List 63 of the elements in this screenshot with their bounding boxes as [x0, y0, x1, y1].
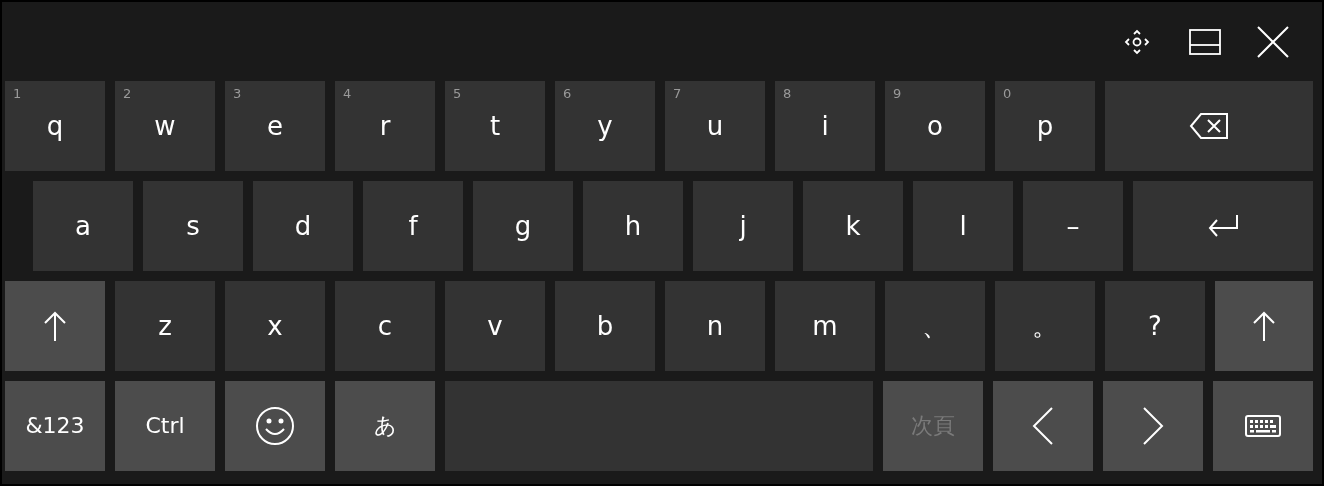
key[interactable]: h: [583, 181, 683, 271]
key[interactable]: Ctrl: [115, 381, 215, 471]
key[interactable]: n: [665, 281, 765, 371]
key[interactable]: k: [803, 181, 903, 271]
up-arrow-icon: [43, 311, 67, 341]
key[interactable]: l: [913, 181, 1013, 271]
number-hint: 8: [783, 87, 792, 100]
backspace-key[interactable]: [1105, 81, 1313, 171]
key[interactable]: 3 e: [225, 81, 325, 171]
key[interactable]: &123: [5, 381, 105, 471]
right-key[interactable]: [1103, 381, 1203, 471]
number-hint: 3: [233, 87, 242, 100]
key[interactable]: 7 u: [665, 81, 765, 171]
shift-key[interactable]: [1215, 281, 1313, 371]
number-hint: 0: [1003, 87, 1012, 100]
number-hint: 1: [13, 87, 22, 100]
dock-icon: [1189, 28, 1221, 55]
key[interactable]: 6 y: [555, 81, 655, 171]
move-icon: [1124, 28, 1150, 55]
number-hint: 9: [893, 87, 902, 100]
backspace-icon: [1189, 112, 1229, 140]
key[interactable]: 2 w: [115, 81, 215, 171]
key[interactable]: s: [143, 181, 243, 271]
key[interactable]: g: [473, 181, 573, 271]
number-hint: 4: [343, 87, 352, 100]
key[interactable]: ?: [1105, 281, 1205, 371]
key[interactable]: あ: [335, 381, 435, 471]
key[interactable]: 5 t: [445, 81, 545, 171]
enter-icon: [1207, 214, 1239, 238]
number-hint: 7: [673, 87, 682, 100]
left-chevron-icon: [1032, 407, 1054, 445]
emoji-key[interactable]: [225, 381, 325, 471]
keyboard-icon: [1245, 415, 1281, 437]
right-chevron-icon: [1142, 407, 1164, 445]
key[interactable]: 4 r: [335, 81, 435, 171]
key[interactable]: b: [555, 281, 655, 371]
key[interactable]: v: [445, 281, 545, 371]
key[interactable]: 、: [885, 281, 985, 371]
key[interactable]: j: [693, 181, 793, 271]
space-key[interactable]: [445, 381, 873, 471]
key[interactable]: c: [335, 281, 435, 371]
key[interactable]: a: [33, 181, 133, 271]
key[interactable]: z: [115, 281, 215, 371]
key[interactable]: 8 i: [775, 81, 875, 171]
key[interactable]: x: [225, 281, 325, 371]
smiley-icon: [255, 406, 295, 446]
up-arrow-icon: [1252, 311, 1276, 341]
number-hint: 2: [123, 87, 132, 100]
key[interactable]: 0 p: [995, 81, 1095, 171]
number-hint: 5: [453, 87, 462, 100]
key[interactable]: d: [253, 181, 353, 271]
key[interactable]: m: [775, 281, 875, 371]
keyboard-key[interactable]: [1213, 381, 1313, 471]
key[interactable]: 。: [995, 281, 1095, 371]
key[interactable]: –: [1023, 181, 1123, 271]
left-key[interactable]: [993, 381, 1093, 471]
close-icon: [1257, 25, 1289, 58]
key[interactable]: 1 q: [5, 81, 105, 171]
number-hint: 6: [563, 87, 572, 100]
shift-key[interactable]: [5, 281, 105, 371]
key[interactable]: 9 o: [885, 81, 985, 171]
key[interactable]: f: [363, 181, 463, 271]
enter-key[interactable]: [1133, 181, 1313, 271]
